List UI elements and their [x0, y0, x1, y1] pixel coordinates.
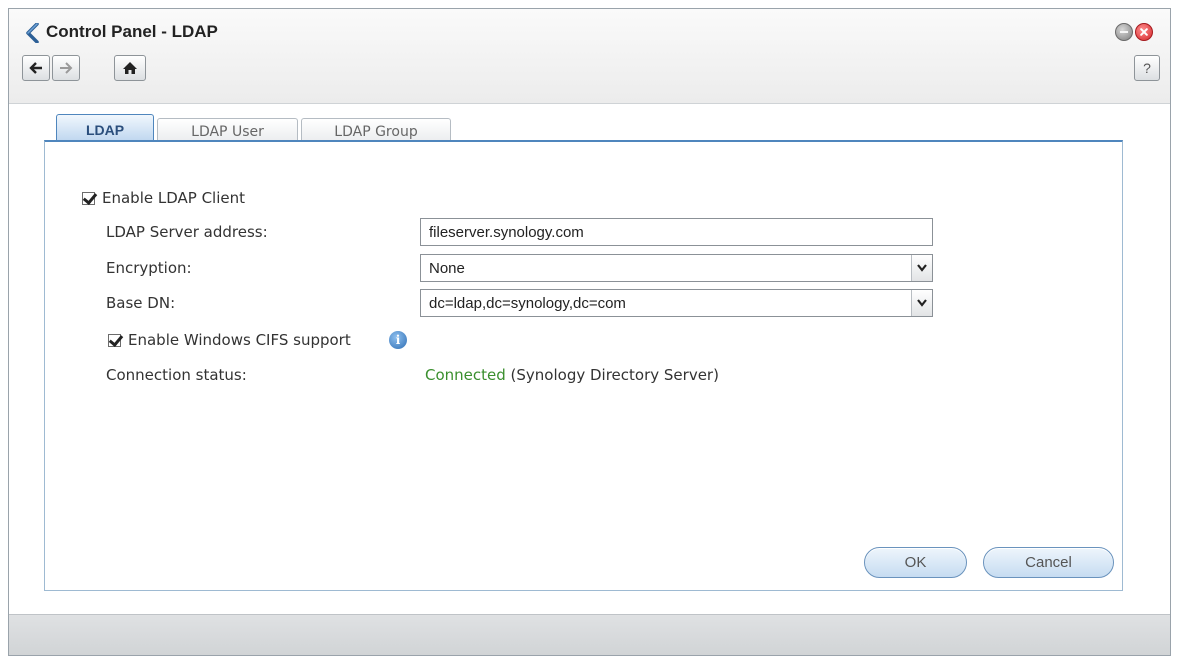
server-address-value: fileserver.synology.com	[429, 223, 584, 241]
window-footer	[9, 614, 1170, 655]
synology-logo-icon	[26, 23, 39, 43]
title-bar: Control Panel - LDAP ?	[9, 9, 1170, 104]
encryption-label: Encryption:	[106, 259, 192, 277]
info-icon-glyph: i	[395, 333, 401, 347]
server-address-input[interactable]: fileserver.synology.com	[420, 218, 933, 246]
enable-ldap-client-checkbox[interactable]	[82, 192, 95, 205]
status-connected: Connected	[425, 366, 506, 384]
enable-ldap-client-label: Enable LDAP Client	[102, 189, 246, 207]
close-icon[interactable]	[1135, 23, 1153, 41]
enable-cifs-label: Enable Windows CIFS support	[128, 331, 351, 349]
server-address-label: LDAP Server address:	[106, 223, 268, 241]
tab-label: LDAP	[85, 121, 125, 138]
help-icon: ?	[1143, 60, 1151, 76]
encryption-value: None	[429, 259, 465, 277]
home-icon	[123, 62, 137, 74]
ok-button[interactable]: OK	[864, 547, 967, 578]
base-dn-dropdown-button[interactable]	[911, 290, 932, 316]
status-detail: (Synology Directory Server)	[505, 366, 719, 384]
dropdown-arrow-icon	[917, 264, 927, 272]
enable-cifs-checkbox[interactable]	[108, 334, 121, 347]
back-arrow-icon	[29, 62, 42, 74]
cancel-button[interactable]: Cancel	[983, 547, 1114, 578]
forward-button[interactable]	[52, 55, 80, 81]
tab-label: LDAP User	[191, 123, 264, 140]
minimize-icon[interactable]	[1115, 23, 1133, 41]
info-icon[interactable]: i	[389, 331, 407, 349]
forward-arrow-icon	[60, 62, 73, 74]
help-button[interactable]: ?	[1134, 55, 1160, 81]
connection-status-value: Connected (Synology Directory Server)	[425, 366, 719, 384]
home-button[interactable]	[114, 55, 146, 81]
dropdown-arrow-icon	[917, 299, 927, 307]
base-dn-select[interactable]: dc=ldap,dc=synology,dc=com	[420, 289, 933, 317]
window-title: Control Panel - LDAP	[46, 22, 218, 41]
encryption-select[interactable]: None	[420, 254, 933, 282]
encryption-dropdown-button[interactable]	[911, 255, 932, 281]
base-dn-label: Base DN:	[106, 294, 176, 312]
cancel-button-label: Cancel	[1025, 554, 1072, 571]
base-dn-value: dc=ldap,dc=synology,dc=com	[429, 294, 626, 312]
connection-status-label: Connection status:	[106, 366, 247, 384]
back-button[interactable]	[22, 55, 50, 81]
tab-label: LDAP Group	[334, 123, 418, 140]
ok-button-label: OK	[904, 554, 927, 571]
